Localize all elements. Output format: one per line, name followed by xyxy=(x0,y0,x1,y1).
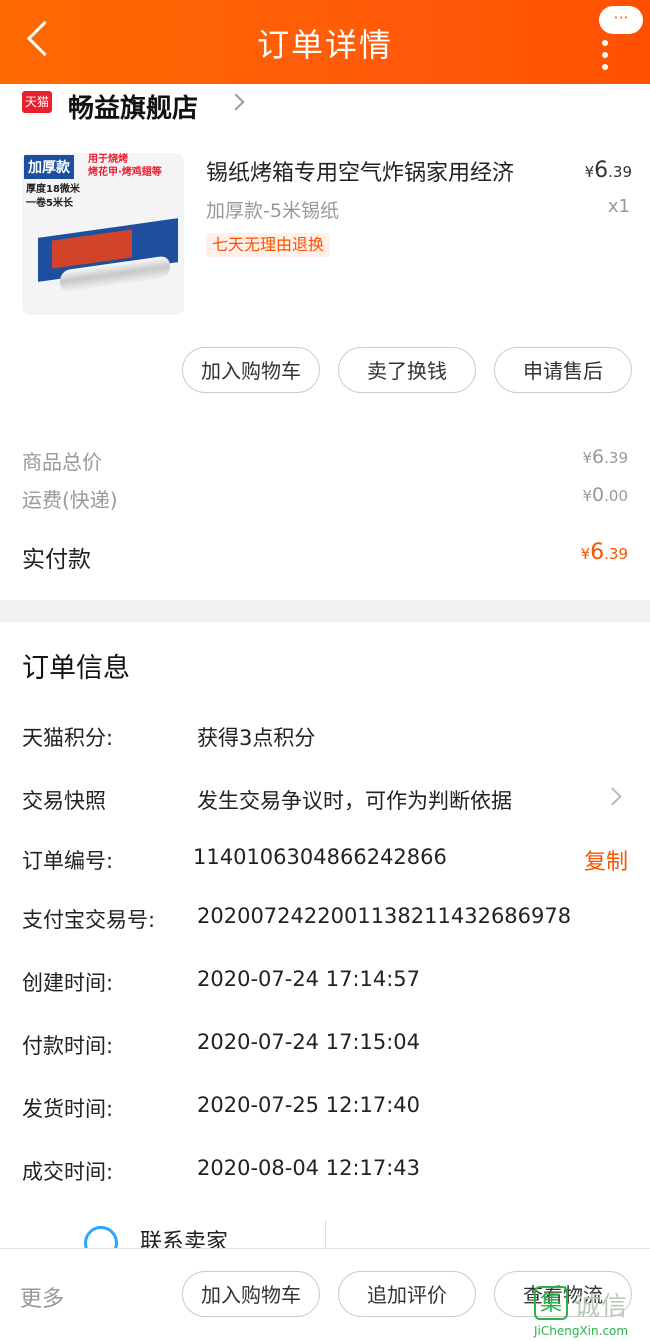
info-label-order-no: 订单编号: xyxy=(22,849,114,873)
paid-value: ¥6.39 xyxy=(580,540,628,565)
info-label-completed: 成交时间: xyxy=(22,1160,114,1184)
more-menu-button[interactable]: ··· xyxy=(599,6,643,34)
shipping-value: ¥0.00 xyxy=(582,484,629,506)
more-button[interactable]: 更多 xyxy=(20,1281,64,1313)
vertical-divider xyxy=(325,1220,326,1250)
page-title: 订单详情 xyxy=(256,26,393,64)
product-title[interactable]: 锡纸烤箱专用空气炸锅家用经济 xyxy=(206,155,514,187)
info-label-points: 天猫积分: xyxy=(22,726,114,750)
add-review-button[interactable]: 追加评价 xyxy=(338,1271,476,1317)
info-value-completed: 2020-08-04 12:17:43 xyxy=(197,1156,421,1180)
info-value-order-no: 1140106304866242866 xyxy=(193,845,447,869)
product-image[interactable]: 加厚款 用于烧烤 烤花甲·烤鸡翅等 厚度18微米 一卷5米长 xyxy=(22,153,184,315)
image-tag-spec: 厚度18微米 一卷5米长 xyxy=(26,184,80,209)
info-value-snapshot[interactable]: 发生交易争议时，可作为判断依据 xyxy=(197,785,512,815)
order-info-title: 订单信息 xyxy=(22,653,130,684)
info-value-alipay-no: 2020072422001138211432686978 xyxy=(197,904,572,928)
info-label-snapshot[interactable]: 交易快照 xyxy=(22,785,106,815)
goods-total-label: 商品总价 xyxy=(22,450,102,474)
product-price: ¥6.39 xyxy=(584,158,632,183)
product-quantity: x1 xyxy=(607,196,630,217)
top-nav-bar: 订单详情 ··· xyxy=(0,0,650,84)
watermark-logo-icon: 集 xyxy=(534,1286,568,1320)
image-tag-main: 加厚款 xyxy=(24,155,74,179)
section-divider xyxy=(0,600,650,622)
shop-name: 畅益旗舰店 xyxy=(68,94,199,124)
image-tag-use: 用于烧烤 烤花甲·烤鸡翅等 xyxy=(88,154,162,178)
add-to-cart-button[interactable]: 加入购物车 xyxy=(182,347,320,393)
site-watermark: 集 诚信 JiChengXin.com xyxy=(534,1286,650,1340)
info-label-paid: 付款时间: xyxy=(22,1034,114,1058)
shipping-label: 运费(快递) xyxy=(22,488,118,512)
after-sales-button[interactable]: 申请售后 xyxy=(494,347,632,393)
chevron-right-icon xyxy=(227,93,245,111)
info-value-paid: 2020-07-24 17:15:04 xyxy=(197,1030,421,1054)
watermark-url: JiChengXin.com xyxy=(534,1324,629,1338)
kebab-menu-icon[interactable] xyxy=(602,40,610,76)
info-value-created: 2020-07-24 17:14:57 xyxy=(197,967,421,991)
info-value-shipped: 2020-07-25 12:17:40 xyxy=(197,1093,421,1117)
copy-order-no-button[interactable]: 复制 xyxy=(584,844,628,876)
bottom-add-to-cart-button[interactable]: 加入购物车 xyxy=(182,1271,320,1317)
info-label-alipay-no: 支付宝交易号: xyxy=(22,908,156,932)
resell-button[interactable]: 卖了换钱 xyxy=(338,347,476,393)
goods-total-value: ¥6.39 xyxy=(582,446,629,468)
tmall-logo-icon: 天猫 xyxy=(22,91,52,113)
chevron-right-icon[interactable] xyxy=(603,787,622,806)
info-label-created: 创建时间: xyxy=(22,971,114,995)
return-policy-badge: 七天无理由退换 xyxy=(206,233,331,257)
info-value-points: 获得3点积分 xyxy=(197,726,316,750)
paid-label: 实付款 xyxy=(22,547,91,573)
watermark-text: 诚信 xyxy=(574,1292,629,1322)
info-label-shipped: 发货时间: xyxy=(22,1097,114,1121)
product-sku: 加厚款-5米锡纸 xyxy=(206,200,339,222)
